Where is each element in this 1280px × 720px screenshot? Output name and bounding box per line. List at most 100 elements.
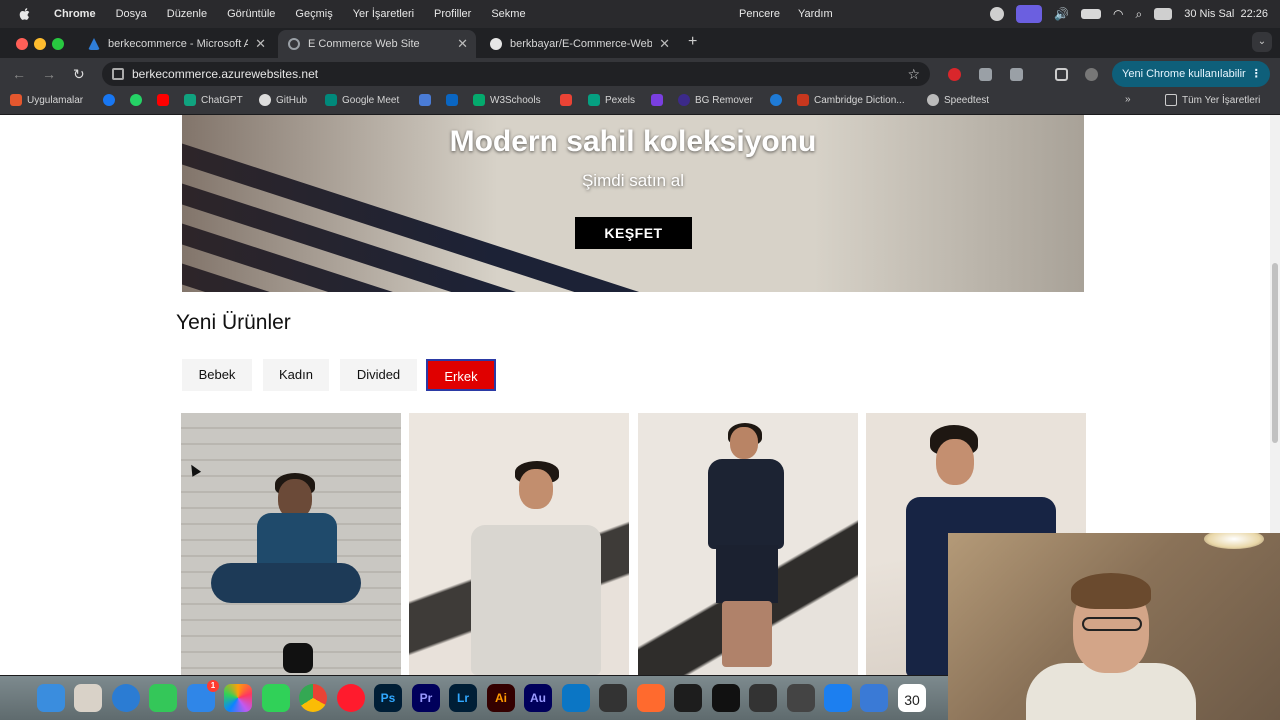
- spotlight-search-icon[interactable]: ⌕: [1135, 7, 1142, 22]
- all-bookmarks-folder[interactable]: Tüm Yer İşaretleri: [1165, 94, 1260, 106]
- audition-icon[interactable]: Au: [524, 684, 552, 712]
- messages-icon[interactable]: [149, 684, 177, 712]
- more-bookmarks-icon[interactable]: »: [1125, 94, 1131, 105]
- calendar-icon[interactable]: 30: [898, 684, 926, 712]
- bookmark-gmail[interactable]: [560, 94, 572, 106]
- menu-app-name[interactable]: Chrome: [44, 0, 106, 28]
- close-window-icon[interactable]: [16, 38, 28, 50]
- capcut-icon[interactable]: [712, 684, 740, 712]
- bookmark-pexels[interactable]: Pexels: [588, 94, 635, 106]
- xcode-icon[interactable]: [824, 684, 852, 712]
- category-tab-kadin[interactable]: Kadın: [263, 359, 329, 391]
- lightroom-icon[interactable]: Lr: [449, 684, 477, 712]
- menu-window[interactable]: Pencere: [730, 0, 789, 28]
- tab-azure[interactable]: berkecommerce - Microsoft A ✕: [78, 30, 274, 58]
- bookmark-chatgpt[interactable]: ChatGPT: [184, 94, 243, 106]
- category-tab-bebek[interactable]: Bebek: [182, 359, 252, 391]
- safari-icon[interactable]: [112, 684, 140, 712]
- scrollbar-thumb[interactable]: [1272, 263, 1278, 443]
- apple-icon[interactable]: [18, 7, 32, 21]
- camera-extension-icon[interactable]: [979, 68, 992, 81]
- bookmark-blue-c[interactable]: [770, 94, 782, 106]
- explore-button[interactable]: KEŞFET: [575, 217, 692, 249]
- bookmark-facebook[interactable]: [103, 94, 115, 106]
- menu-help[interactable]: Yardım: [789, 0, 842, 28]
- product-card[interactable]: [409, 413, 629, 675]
- unity-icon[interactable]: [749, 684, 777, 712]
- bookmark-speedtest[interactable]: Speedtest: [927, 94, 989, 106]
- photos-icon[interactable]: [224, 684, 252, 712]
- unity-hub-icon[interactable]: [787, 684, 815, 712]
- menu-edit[interactable]: Düzenle: [157, 0, 217, 28]
- volume-icon[interactable]: 🔊: [1054, 7, 1069, 21]
- creative-cloud-icon[interactable]: [990, 7, 1005, 21]
- activity-monitor-icon[interactable]: [599, 684, 627, 712]
- tab-github[interactable]: berkbayar/E-Commerce-Web ✕: [480, 30, 678, 58]
- zoom-window-icon[interactable]: [52, 38, 64, 50]
- bookmark-translate[interactable]: [419, 94, 431, 106]
- menubar-clock[interactable]: 30 Nis Sal 22:26: [1184, 8, 1268, 20]
- wifi-icon[interactable]: ◠: [1113, 7, 1123, 21]
- side-panel-icon[interactable]: [1055, 68, 1068, 81]
- forward-icon[interactable]: →: [42, 66, 56, 82]
- extensions-puzzle-icon[interactable]: [1010, 68, 1023, 81]
- bookmark-star-icon[interactable]: ☆: [907, 62, 920, 86]
- bookmark-label: BG Remover: [695, 94, 753, 106]
- back-icon[interactable]: ←: [12, 66, 26, 82]
- close-tab-icon[interactable]: ✕: [255, 36, 266, 52]
- xcode-instruments-icon[interactable]: [860, 684, 888, 712]
- bookmark-canva[interactable]: [651, 94, 663, 106]
- product-card[interactable]: [638, 413, 858, 675]
- update-chrome-button[interactable]: Yeni Chrome kullanılabilir ⋮: [1112, 61, 1270, 87]
- reload-icon[interactable]: ↻: [73, 66, 85, 83]
- chrome-icon[interactable]: [299, 684, 327, 712]
- bookmark-google-meet[interactable]: Google Meet: [325, 94, 399, 106]
- bookmark-github[interactable]: GitHub: [259, 94, 307, 106]
- category-tab-divided[interactable]: Divided: [340, 359, 417, 391]
- menu-file[interactable]: Dosya: [106, 0, 157, 28]
- photoshop-icon[interactable]: Ps: [374, 684, 402, 712]
- terminal-icon[interactable]: [674, 684, 702, 712]
- illustrator-icon[interactable]: Ai: [487, 684, 515, 712]
- screen-mirroring-icon[interactable]: [1016, 5, 1043, 23]
- extension-red-icon[interactable]: [948, 68, 961, 81]
- facetime-icon[interactable]: [262, 684, 290, 712]
- bookmark-cambridge[interactable]: Cambridge Diction...: [797, 94, 905, 106]
- profile-avatar-icon[interactable]: [1085, 68, 1098, 81]
- new-tab-icon[interactable]: +: [688, 33, 697, 51]
- bookmark-linkedin[interactable]: [446, 94, 458, 106]
- drawing-app-icon[interactable]: [637, 684, 665, 712]
- product-card[interactable]: [181, 413, 401, 675]
- close-tab-icon[interactable]: ✕: [457, 36, 468, 52]
- bookmark-w3schools[interactable]: W3Schools: [473, 94, 541, 106]
- battery-icon[interactable]: [1081, 9, 1101, 19]
- control-center-icon[interactable]: [1154, 8, 1173, 20]
- tab-ecommerce[interactable]: E Commerce Web Site ✕: [278, 30, 476, 58]
- tab-title: E Commerce Web Site: [308, 38, 420, 50]
- bookmark-bg-remover[interactable]: BG Remover: [678, 94, 753, 106]
- minimize-window-icon[interactable]: [34, 38, 46, 50]
- bookmark-whatsapp[interactable]: [130, 94, 142, 106]
- mail-icon[interactable]: 1: [187, 680, 219, 712]
- vscode-icon[interactable]: [562, 684, 590, 712]
- menu-bookmarks[interactable]: Yer İşaretleri: [343, 0, 424, 28]
- translate-icon: [419, 94, 431, 106]
- finder-icon[interactable]: [37, 684, 65, 712]
- more-menu-icon[interactable]: ⋮: [1251, 61, 1262, 87]
- tab-search-icon[interactable]: ⌄: [1252, 32, 1272, 52]
- bookmark-label: GitHub: [276, 94, 308, 106]
- address-bar[interactable]: berkecommerce.azurewebsites.net ☆: [102, 62, 930, 86]
- menu-history[interactable]: Geçmiş: [285, 0, 342, 28]
- site-info-icon[interactable]: [112, 68, 124, 80]
- menu-profiles[interactable]: Profiller: [424, 0, 481, 28]
- bookmark-apps[interactable]: Uygulamalar: [10, 94, 83, 106]
- launchpad-icon[interactable]: [74, 684, 102, 712]
- menu-tab[interactable]: Sekme: [481, 0, 535, 28]
- category-tab-erkek[interactable]: Erkek: [426, 359, 496, 391]
- menu-view[interactable]: Görüntüle: [217, 0, 285, 28]
- premiere-icon[interactable]: Pr: [412, 684, 440, 712]
- close-tab-icon[interactable]: ✕: [659, 36, 670, 52]
- opera-icon[interactable]: [337, 684, 365, 712]
- bookmark-youtube[interactable]: [157, 94, 169, 106]
- bookmark-label: Pexels: [605, 94, 636, 106]
